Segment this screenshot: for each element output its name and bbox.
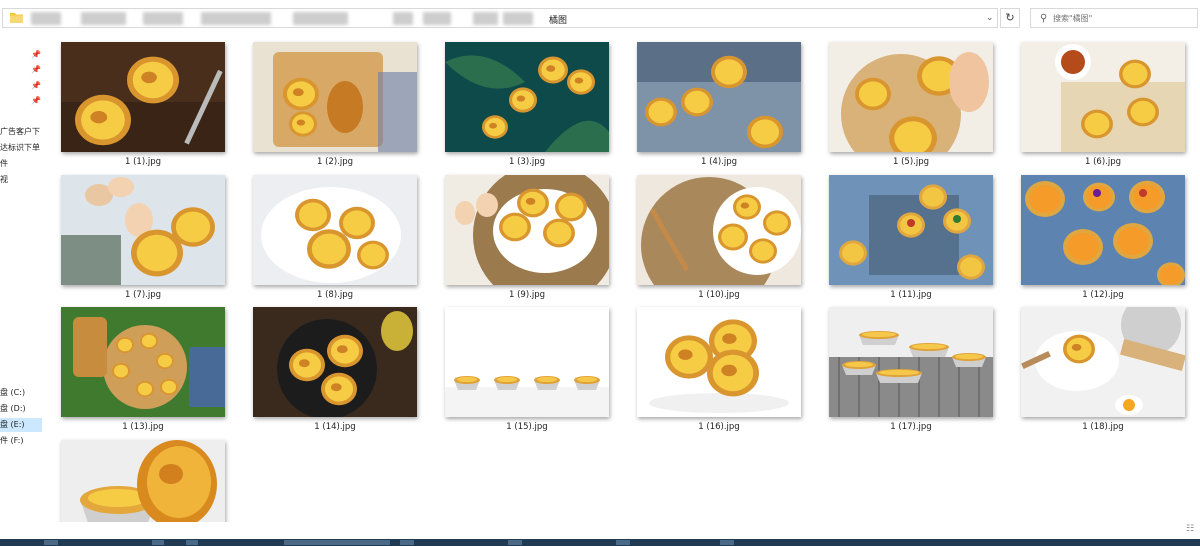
- file-item[interactable]: 1 (6).jpg: [1021, 42, 1185, 167]
- file-thumbnail[interactable]: [61, 307, 225, 417]
- folder-icon: [10, 13, 23, 23]
- file-thumbnail[interactable]: [1021, 175, 1185, 285]
- file-item[interactable]: 1 (3).jpg: [445, 42, 609, 167]
- taskbar-app-icon[interactable]: [720, 540, 734, 545]
- breadcrumb-segment-blurred[interactable]: [423, 12, 451, 25]
- file-thumbnail[interactable]: [253, 307, 417, 417]
- file-name-label[interactable]: 1 (3).jpg: [445, 157, 609, 167]
- file-item[interactable]: 1 (10).jpg: [637, 175, 801, 300]
- file-name-label[interactable]: 1 (2).jpg: [253, 157, 417, 167]
- file-item[interactable]: 1 (12).jpg: [1021, 175, 1185, 300]
- file-item[interactable]: 1 (9).jpg: [445, 175, 609, 300]
- navigation-pane: 📌 📌 📌 📌 广告客户下 达标识下单 件 视 盘 (C:) 盘 (D:) 盘 …: [0, 36, 44, 522]
- breadcrumb-segment-blurred[interactable]: [473, 12, 498, 25]
- breadcrumb-segment-blurred[interactable]: [81, 12, 126, 25]
- taskbar-app-icon[interactable]: [186, 540, 198, 545]
- file-thumbnail[interactable]: [637, 175, 801, 285]
- file-item[interactable]: 1 (16).jpg: [637, 307, 801, 432]
- file-item[interactable]: 1 (4).jpg: [637, 42, 801, 167]
- file-name-label[interactable]: 1 (7).jpg: [61, 290, 225, 300]
- breadcrumb-current-folder[interactable]: 橘图: [549, 13, 567, 26]
- file-item[interactable]: 1 (18).jpg: [1021, 307, 1185, 432]
- taskbar: [0, 539, 1200, 546]
- file-name-label[interactable]: 1 (9).jpg: [445, 290, 609, 300]
- file-name-label[interactable]: 1 (1).jpg: [61, 157, 225, 167]
- file-name-label[interactable]: 1 (17).jpg: [829, 422, 993, 432]
- file-name-label[interactable]: 1 (10).jpg: [637, 290, 801, 300]
- file-item[interactable]: 1 (8).jpg: [253, 175, 417, 300]
- file-name-label[interactable]: 1 (6).jpg: [1021, 157, 1185, 167]
- file-item[interactable]: 1 (14).jpg: [253, 307, 417, 432]
- drive-item-e[interactable]: 盘 (E:): [0, 418, 42, 432]
- breadcrumb-segment-blurred[interactable]: [503, 12, 533, 25]
- taskbar-app-icon[interactable]: [400, 540, 414, 545]
- search-icon: ⚲: [1040, 13, 1048, 24]
- quick-access-item[interactable]: 视: [0, 174, 8, 185]
- file-thumbnail[interactable]: [61, 440, 225, 522]
- file-item[interactable]: 1 (17).jpg: [829, 307, 993, 432]
- breadcrumb-segment-blurred[interactable]: [201, 12, 271, 25]
- file-thumbnail[interactable]: [61, 42, 225, 152]
- file-name-label[interactable]: 1 (4).jpg: [637, 157, 801, 167]
- file-thumbnail[interactable]: [829, 42, 993, 152]
- breadcrumb-segment-blurred[interactable]: [143, 12, 183, 25]
- address-bar[interactable]: 橘图 ⌄: [2, 8, 998, 28]
- file-name-label[interactable]: 1 (14).jpg: [253, 422, 417, 432]
- file-thumbnail[interactable]: [829, 307, 993, 417]
- taskbar-app-icon[interactable]: [616, 540, 630, 545]
- taskbar-app-icon[interactable]: [152, 540, 164, 545]
- file-item[interactable]: 1 (1).jpg: [61, 42, 225, 167]
- file-thumbnail[interactable]: [1021, 307, 1185, 417]
- file-item[interactable]: 1 (2).jpg: [253, 42, 417, 167]
- pin-icon[interactable]: 📌: [31, 81, 41, 90]
- file-thumbnail[interactable]: [829, 175, 993, 285]
- file-name-label[interactable]: 1 (13).jpg: [61, 422, 225, 432]
- file-thumbnail[interactable]: [253, 42, 417, 152]
- file-item[interactable]: 1 (7).jpg: [61, 175, 225, 300]
- file-grid: 1 (1).jpg 1 (2).jpg 1 (3).jpg 1 (4).jpg 1 (5…: [44, 36, 1200, 522]
- file-thumbnail[interactable]: [1021, 42, 1185, 152]
- file-item[interactable]: 1 (13).jpg: [61, 307, 225, 432]
- breadcrumb-segment-blurred[interactable]: [31, 12, 61, 25]
- taskbar-app-icon[interactable]: [508, 540, 522, 545]
- file-thumbnail[interactable]: [445, 42, 609, 152]
- breadcrumb-segment-blurred[interactable]: [393, 12, 413, 25]
- taskbar-app-icon[interactable]: [44, 540, 58, 545]
- quick-access-item[interactable]: 广告客户下: [0, 126, 40, 137]
- quick-access-item[interactable]: 件: [0, 158, 8, 169]
- drive-item-f[interactable]: 件 (F:): [0, 434, 42, 448]
- refresh-button[interactable]: ↻: [1000, 8, 1020, 28]
- file-name-label[interactable]: 1 (18).jpg: [1021, 422, 1185, 432]
- search-box[interactable]: ⚲: [1030, 8, 1198, 28]
- address-dropdown-chevron-icon[interactable]: ⌄: [986, 13, 994, 23]
- pin-icon[interactable]: 📌: [31, 50, 41, 59]
- file-name-label[interactable]: 1 (8).jpg: [253, 290, 417, 300]
- address-bar-row: 橘图 ⌄ ↻ ⚲: [0, 0, 1200, 36]
- file-name-label[interactable]: 1 (12).jpg: [1021, 290, 1185, 300]
- pin-icon[interactable]: 📌: [31, 96, 41, 105]
- file-thumbnail[interactable]: [253, 175, 417, 285]
- file-item[interactable]: 1 (15).jpg: [445, 307, 609, 432]
- quick-access-item[interactable]: 达标识下单: [0, 142, 40, 153]
- file-item[interactable]: [61, 440, 225, 522]
- file-name-label[interactable]: 1 (15).jpg: [445, 422, 609, 432]
- drive-item-c[interactable]: 盘 (C:): [0, 386, 42, 400]
- file-name-label[interactable]: 1 (16).jpg: [637, 422, 801, 432]
- file-item[interactable]: 1 (11).jpg: [829, 175, 993, 300]
- file-item[interactable]: 1 (5).jpg: [829, 42, 993, 167]
- search-input[interactable]: [1053, 10, 1193, 26]
- file-thumbnail[interactable]: [445, 175, 609, 285]
- file-thumbnail[interactable]: [445, 307, 609, 417]
- file-thumbnail[interactable]: [637, 307, 801, 417]
- file-thumbnail[interactable]: [637, 42, 801, 152]
- file-thumbnail[interactable]: [61, 175, 225, 285]
- file-name-label[interactable]: 1 (5).jpg: [829, 157, 993, 167]
- pin-icon[interactable]: 📌: [31, 65, 41, 74]
- details-view-icon[interactable]: ☷: [1186, 524, 1194, 534]
- file-name-label[interactable]: 1 (11).jpg: [829, 290, 993, 300]
- breadcrumb-segment-blurred[interactable]: [293, 12, 348, 25]
- drive-item-d[interactable]: 盘 (D:): [0, 402, 42, 416]
- taskbar-app-active[interactable]: [284, 540, 390, 545]
